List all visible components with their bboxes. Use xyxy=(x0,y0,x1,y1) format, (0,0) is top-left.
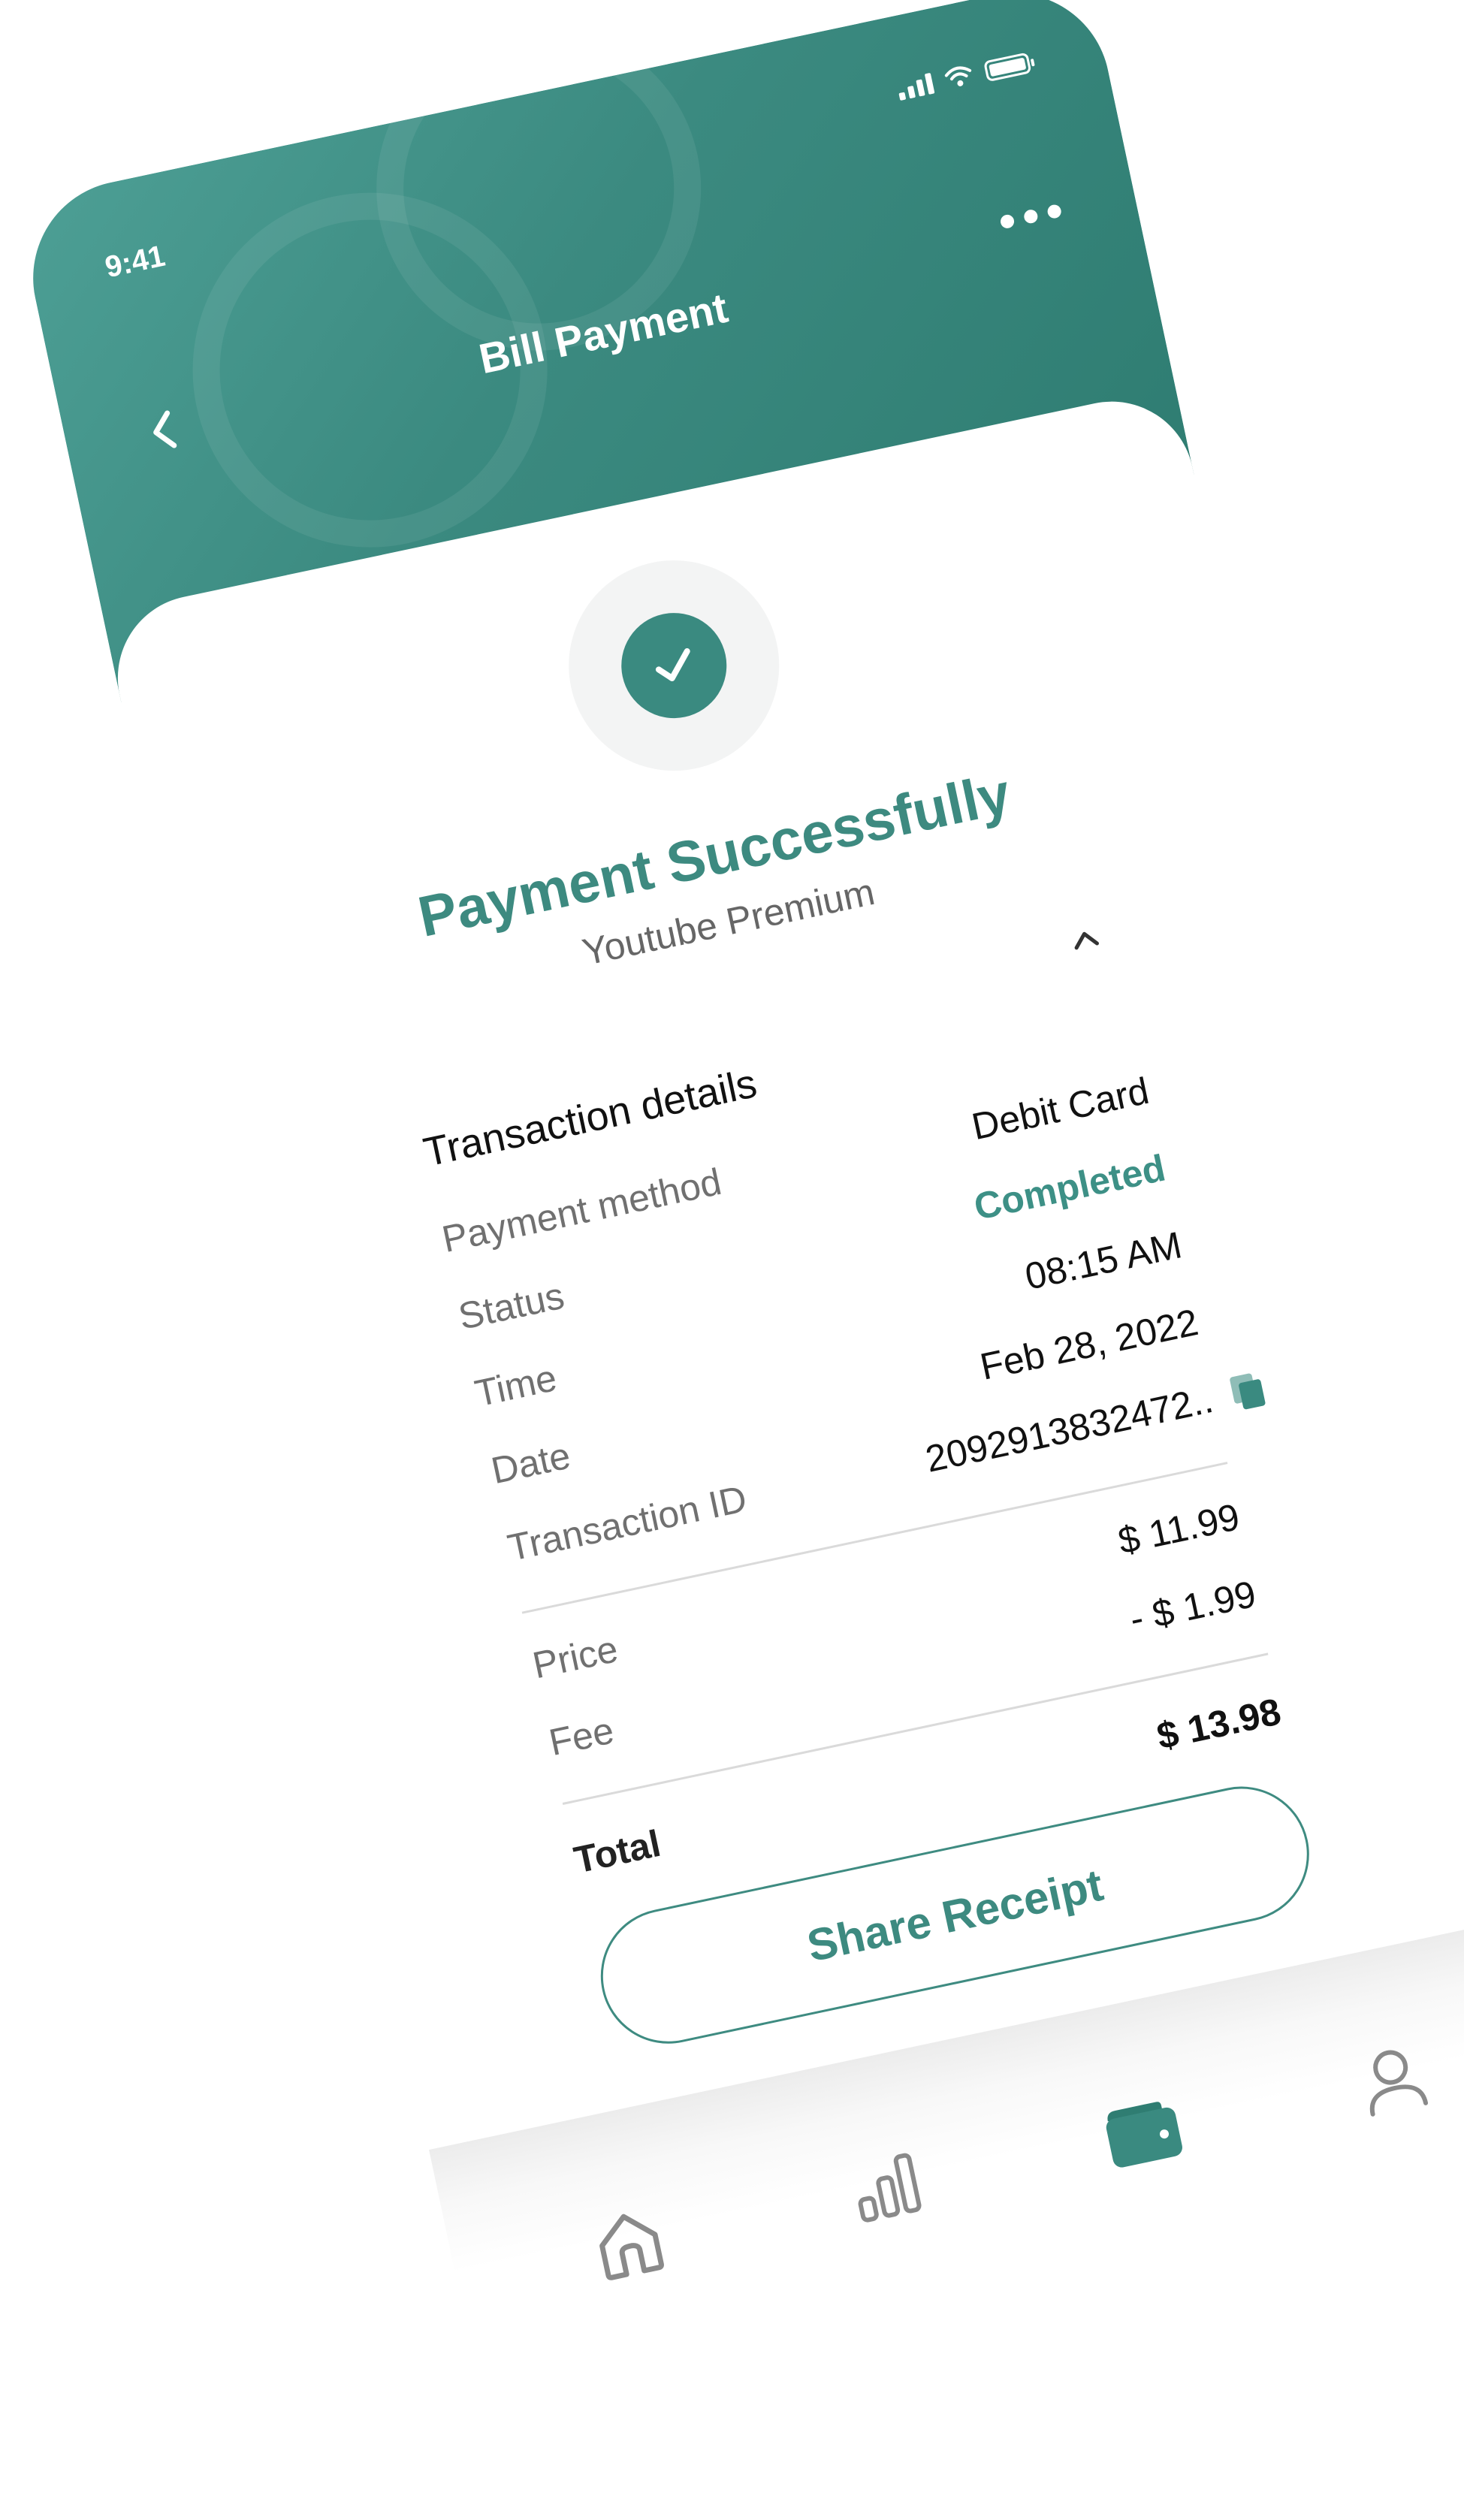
screen: 9:41 Bill Payment Payment Successfully Y… xyxy=(0,0,1464,2520)
wallet-icon xyxy=(1106,2102,1182,2168)
status-icons xyxy=(895,50,1032,101)
battery-icon xyxy=(983,52,1032,83)
status-time: 9:41 xyxy=(102,239,168,285)
tab-stats[interactable] xyxy=(828,2129,943,2245)
tab-profile[interactable] xyxy=(1335,2021,1450,2137)
chart-icon xyxy=(858,2153,922,2223)
tab-home[interactable] xyxy=(571,2183,687,2299)
tab-wallet[interactable] xyxy=(1085,2075,1201,2190)
check-circle-icon xyxy=(611,603,737,729)
home-icon xyxy=(599,2214,664,2280)
signal-icon xyxy=(895,71,935,101)
profile-icon xyxy=(1369,2050,1429,2117)
wifi-icon xyxy=(944,66,972,86)
phone-screen: 9:41 Bill Payment Payment Successfully Y… xyxy=(15,0,1464,2444)
